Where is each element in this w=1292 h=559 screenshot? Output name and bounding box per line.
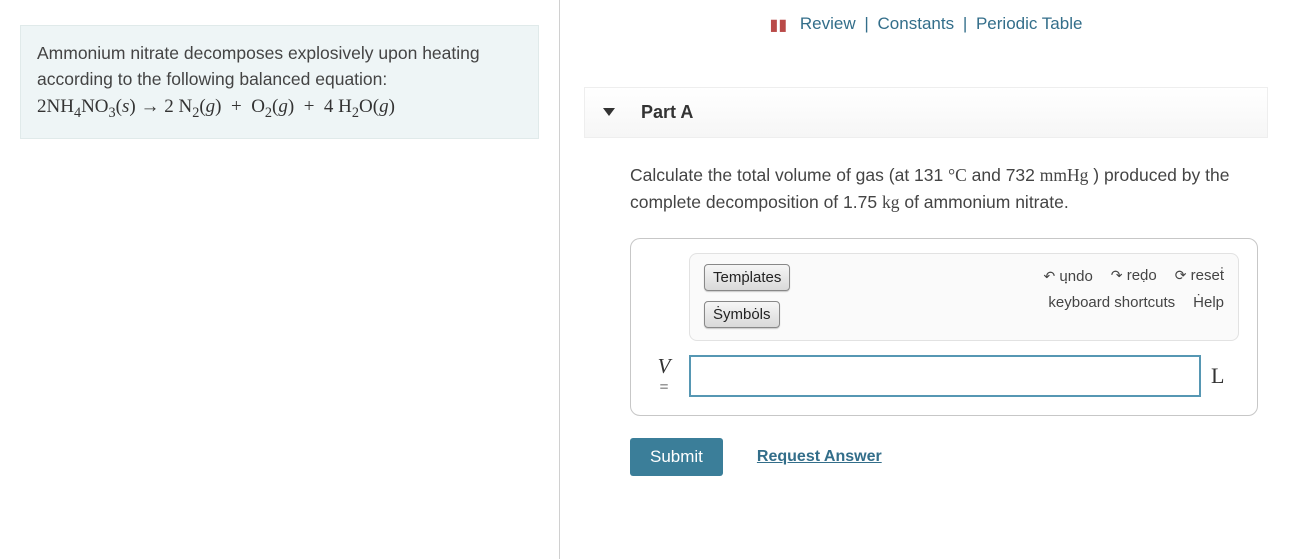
answer-box: Temṗlates Ṡymbȯls ↶ uฺndo ↷ reḍo ⟳ reseṫ… [630,238,1258,416]
reset-icon: ⟳ [1175,267,1187,283]
submit-button[interactable]: Submit [630,438,723,476]
keyboard-shortcuts-link[interactable]: keyboard shortcuts [1048,294,1175,311]
reset-button[interactable]: ⟳ reseṫ [1175,267,1224,284]
top-links: ▮▮ Review | Constants | Periodic Table [584,0,1268,35]
answer-input[interactable] [689,355,1201,397]
review-link[interactable]: Review [800,14,856,33]
prompt-text: Ammonium nitrate decomposes explosively … [37,43,480,89]
question-area: Calculate the total volume of gas (at 13… [584,138,1268,416]
part-label: Part A [641,102,693,123]
collapse-icon [603,108,615,116]
action-row: Submit Request Answer [630,438,1268,476]
undo-button[interactable]: ↶ uฺndo [1044,264,1093,288]
constants-link[interactable]: Constants [878,14,955,33]
periodic-table-link[interactable]: Periodic Table [976,14,1082,33]
problem-prompt: Ammonium nitrate decomposes explosively … [20,25,539,139]
toolbar-right: ↶ uฺndo ↷ reḍo ⟳ reseṫ keyboard shortcut… [1044,264,1224,311]
redo-icon: ↷ [1111,267,1123,283]
left-pane: Ammonium nitrate decomposes explosively … [0,0,560,559]
unit-label: L [1211,363,1239,389]
equation-toolbar: Temṗlates Ṡymbȯls ↶ uฺndo ↷ reḍo ⟳ reseṫ… [689,253,1239,341]
help-link[interactable]: Ḣelp [1193,294,1224,311]
separator: | [963,14,967,33]
variable-label: V = [649,355,679,396]
undo-icon: ↶ [1044,268,1056,284]
request-answer-link[interactable]: Request Answer [757,448,882,466]
part-header[interactable]: Part A [584,87,1268,138]
balanced-equation: 2NH4NO3(s) → 2 N2(g) + O2(g) + 4 H2O(g) [37,96,395,117]
symbols-button[interactable]: Ṡymbȯls [704,301,780,328]
question-text: Calculate the total volume of gas (at 13… [630,162,1258,216]
redo-button[interactable]: ↷ reḍo [1111,267,1157,284]
separator: | [864,14,868,33]
right-pane: ▮▮ Review | Constants | Periodic Table P… [560,0,1292,559]
templates-button[interactable]: Temṗlates [704,264,790,291]
main-container: Ammonium nitrate decomposes explosively … [0,0,1292,559]
answer-input-row: V = L [649,355,1239,397]
book-icon: ▮▮ [770,15,788,35]
toolbar-left: Temṗlates Ṡymbȯls [704,264,790,328]
